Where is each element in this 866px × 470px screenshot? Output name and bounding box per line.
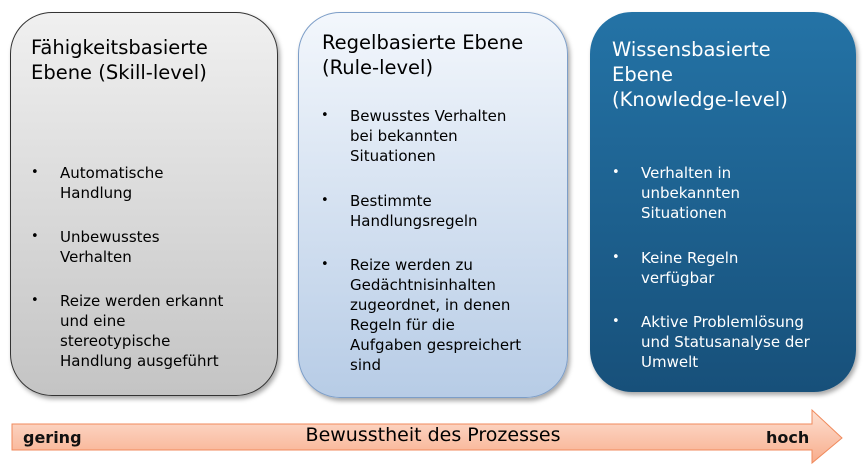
bullet-icon: • xyxy=(31,165,39,180)
knowledge-level-box: Wissensbasierte Ebene (Knowledge-level) … xyxy=(590,12,856,392)
bullet-icon: • xyxy=(321,257,329,272)
bullet-icon: • xyxy=(321,108,329,123)
knowledge-level-title: Wissensbasierte Ebene (Knowledge-level) xyxy=(612,38,788,111)
arrow-right-label: hoch xyxy=(766,428,810,447)
rule-level-box: Regelbasierte Ebene (Rule-level) • Bewus… xyxy=(298,12,568,398)
list-item: Bewusstes Verhalten bei bekannten Situat… xyxy=(350,107,507,165)
bullet-icon: • xyxy=(612,165,620,180)
list-item: Automatische Handlung xyxy=(60,164,164,202)
list-item: Reize werden erkannt und eine stereotypi… xyxy=(60,292,224,370)
rule-level-title: Regelbasierte Ebene (Rule-level) xyxy=(322,31,524,79)
bullet-icon: • xyxy=(31,229,39,244)
list-item: Aktive Problemlösung und Statusanalyse d… xyxy=(641,313,810,371)
list-item: Verhalten in unbekannten Situationen xyxy=(641,164,741,222)
skill-level-title: Fähigkeitsbasierte Ebene (Skill-level) xyxy=(31,36,208,84)
list-item: Unbewusstes Verhalten xyxy=(60,228,160,266)
bullet-icon: • xyxy=(612,250,620,265)
skill-level-box: Fähigkeitsbasierte Ebene (Skill-level) •… xyxy=(10,12,278,396)
list-item: Bestimmte Handlungsregeln xyxy=(350,192,478,230)
list-item: Keine Regeln verfügbar xyxy=(641,249,739,287)
bullet-icon: • xyxy=(31,293,39,308)
bullet-icon: • xyxy=(321,193,329,208)
arrow-center-label: Bewusstheit des Prozesses xyxy=(305,424,561,446)
bullet-icon: • xyxy=(612,314,620,329)
list-item: Reize werden zu Gedächtnisinhalten zugeo… xyxy=(350,256,522,374)
